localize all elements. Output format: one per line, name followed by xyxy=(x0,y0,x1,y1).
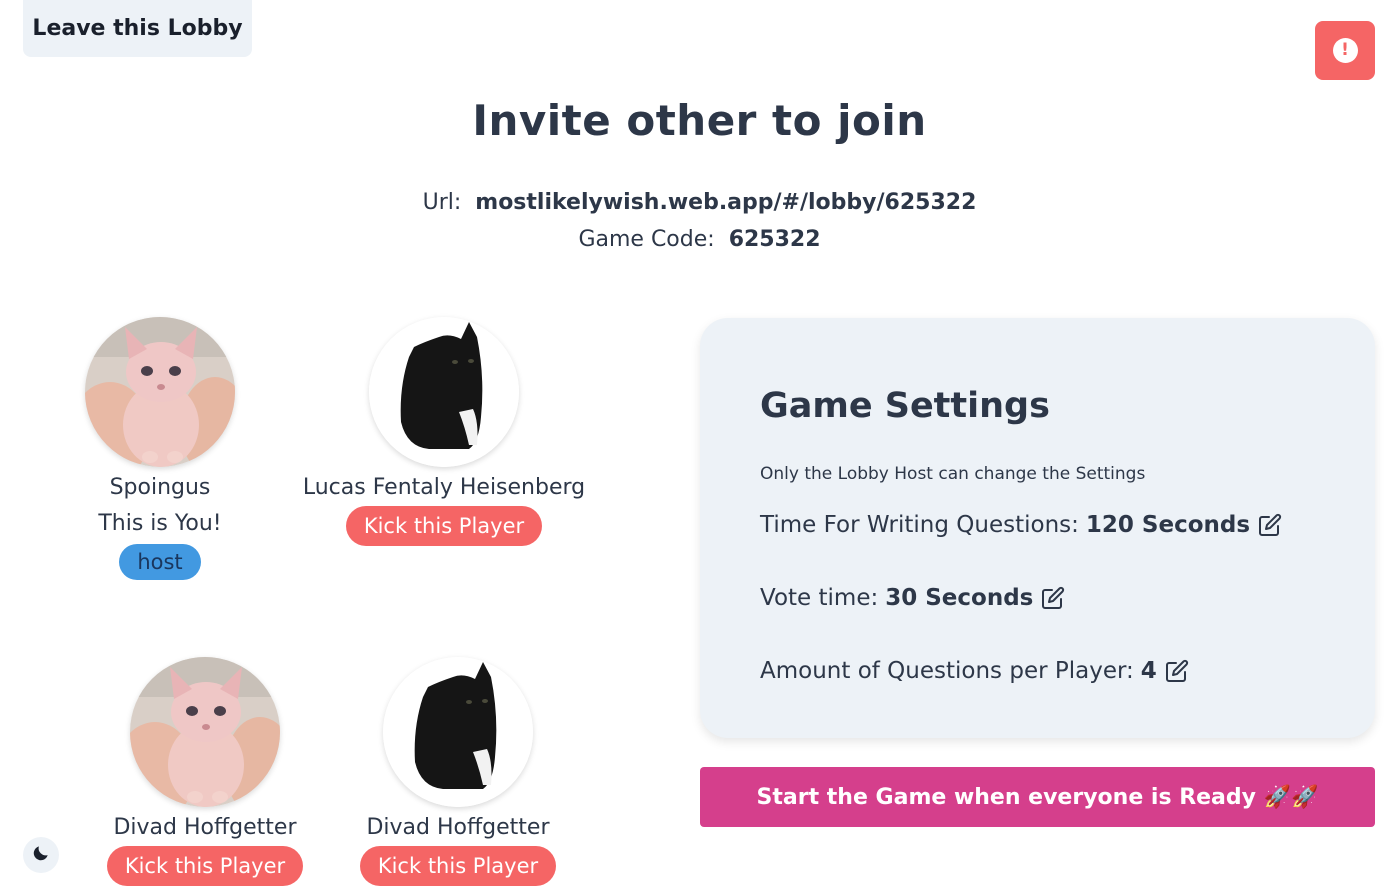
sphynx-cat-avatar xyxy=(130,657,280,807)
leave-lobby-button[interactable]: Leave this Lobby xyxy=(23,0,252,57)
kick-player-button[interactable]: Kick this Player xyxy=(106,846,304,886)
game-code-label: Game Code: xyxy=(578,227,715,252)
player-card: Spoingus This is You! host xyxy=(60,317,260,580)
writing-time-setting: Time For Writing Questions: 120 Seconds xyxy=(760,512,1282,538)
game-code-value[interactable]: 625322 xyxy=(729,227,821,252)
url-label: Url: xyxy=(422,190,462,215)
player-name: Divad Hoffgetter xyxy=(113,815,297,840)
kick-player-button[interactable]: Kick this Player xyxy=(359,846,557,886)
kick-player-button[interactable]: Kick this Player xyxy=(345,506,543,546)
player-card: Divad Hoffgetter Kick this Player xyxy=(358,657,558,886)
url-value[interactable]: mostlikelywish.web.app/#/lobby/625322 xyxy=(475,190,976,215)
questions-label: Amount of Questions per Player: xyxy=(760,658,1134,684)
questions-value: 4 xyxy=(1140,658,1157,684)
sphynx-cat-avatar xyxy=(85,317,235,467)
exclamation-circle-icon: ! xyxy=(1332,38,1358,63)
vote-time-label: Vote time: xyxy=(760,585,879,611)
edit-icon[interactable] xyxy=(1165,659,1189,683)
invite-url: Url: mostlikelywish.web.app/#/lobby/6253… xyxy=(0,190,1399,215)
page-title: Invite other to join xyxy=(472,96,927,145)
player-name: Spoingus xyxy=(109,475,211,500)
start-game-button[interactable]: Start the Game when everyone is Ready 🚀🚀 xyxy=(700,767,1375,827)
player-card: Divad Hoffgetter Kick this Player xyxy=(105,657,305,886)
host-badge: host xyxy=(119,544,201,580)
moon-icon xyxy=(31,843,51,867)
writing-time-value: 120 Seconds xyxy=(1085,512,1251,538)
player-card: Lucas Fentaly Heisenberg Kick this Playe… xyxy=(294,317,594,546)
black-cat-avatar xyxy=(369,317,519,467)
settings-note: Only the Lobby Host can change the Setti… xyxy=(760,464,1146,484)
player-name: Divad Hoffgetter xyxy=(366,815,550,840)
black-cat-avatar xyxy=(383,657,533,807)
alert-button[interactable]: ! xyxy=(1315,21,1375,80)
game-code: Game Code: 625322 xyxy=(0,227,1399,252)
settings-title: Game Settings xyxy=(760,386,1050,426)
writing-time-label: Time For Writing Questions: xyxy=(760,512,1079,538)
vote-time-value: 30 Seconds xyxy=(885,585,1034,611)
edit-icon[interactable] xyxy=(1041,586,1065,610)
game-settings-card: Game Settings Only the Lobby Host can ch… xyxy=(700,318,1375,738)
you-label: This is You! xyxy=(98,511,222,536)
player-name: Lucas Fentaly Heisenberg xyxy=(302,475,586,500)
dark-mode-toggle[interactable] xyxy=(23,837,59,873)
vote-time-setting: Vote time: 30 Seconds xyxy=(760,585,1065,611)
edit-icon[interactable] xyxy=(1258,513,1282,537)
questions-per-player-setting: Amount of Questions per Player: 4 xyxy=(760,658,1189,684)
